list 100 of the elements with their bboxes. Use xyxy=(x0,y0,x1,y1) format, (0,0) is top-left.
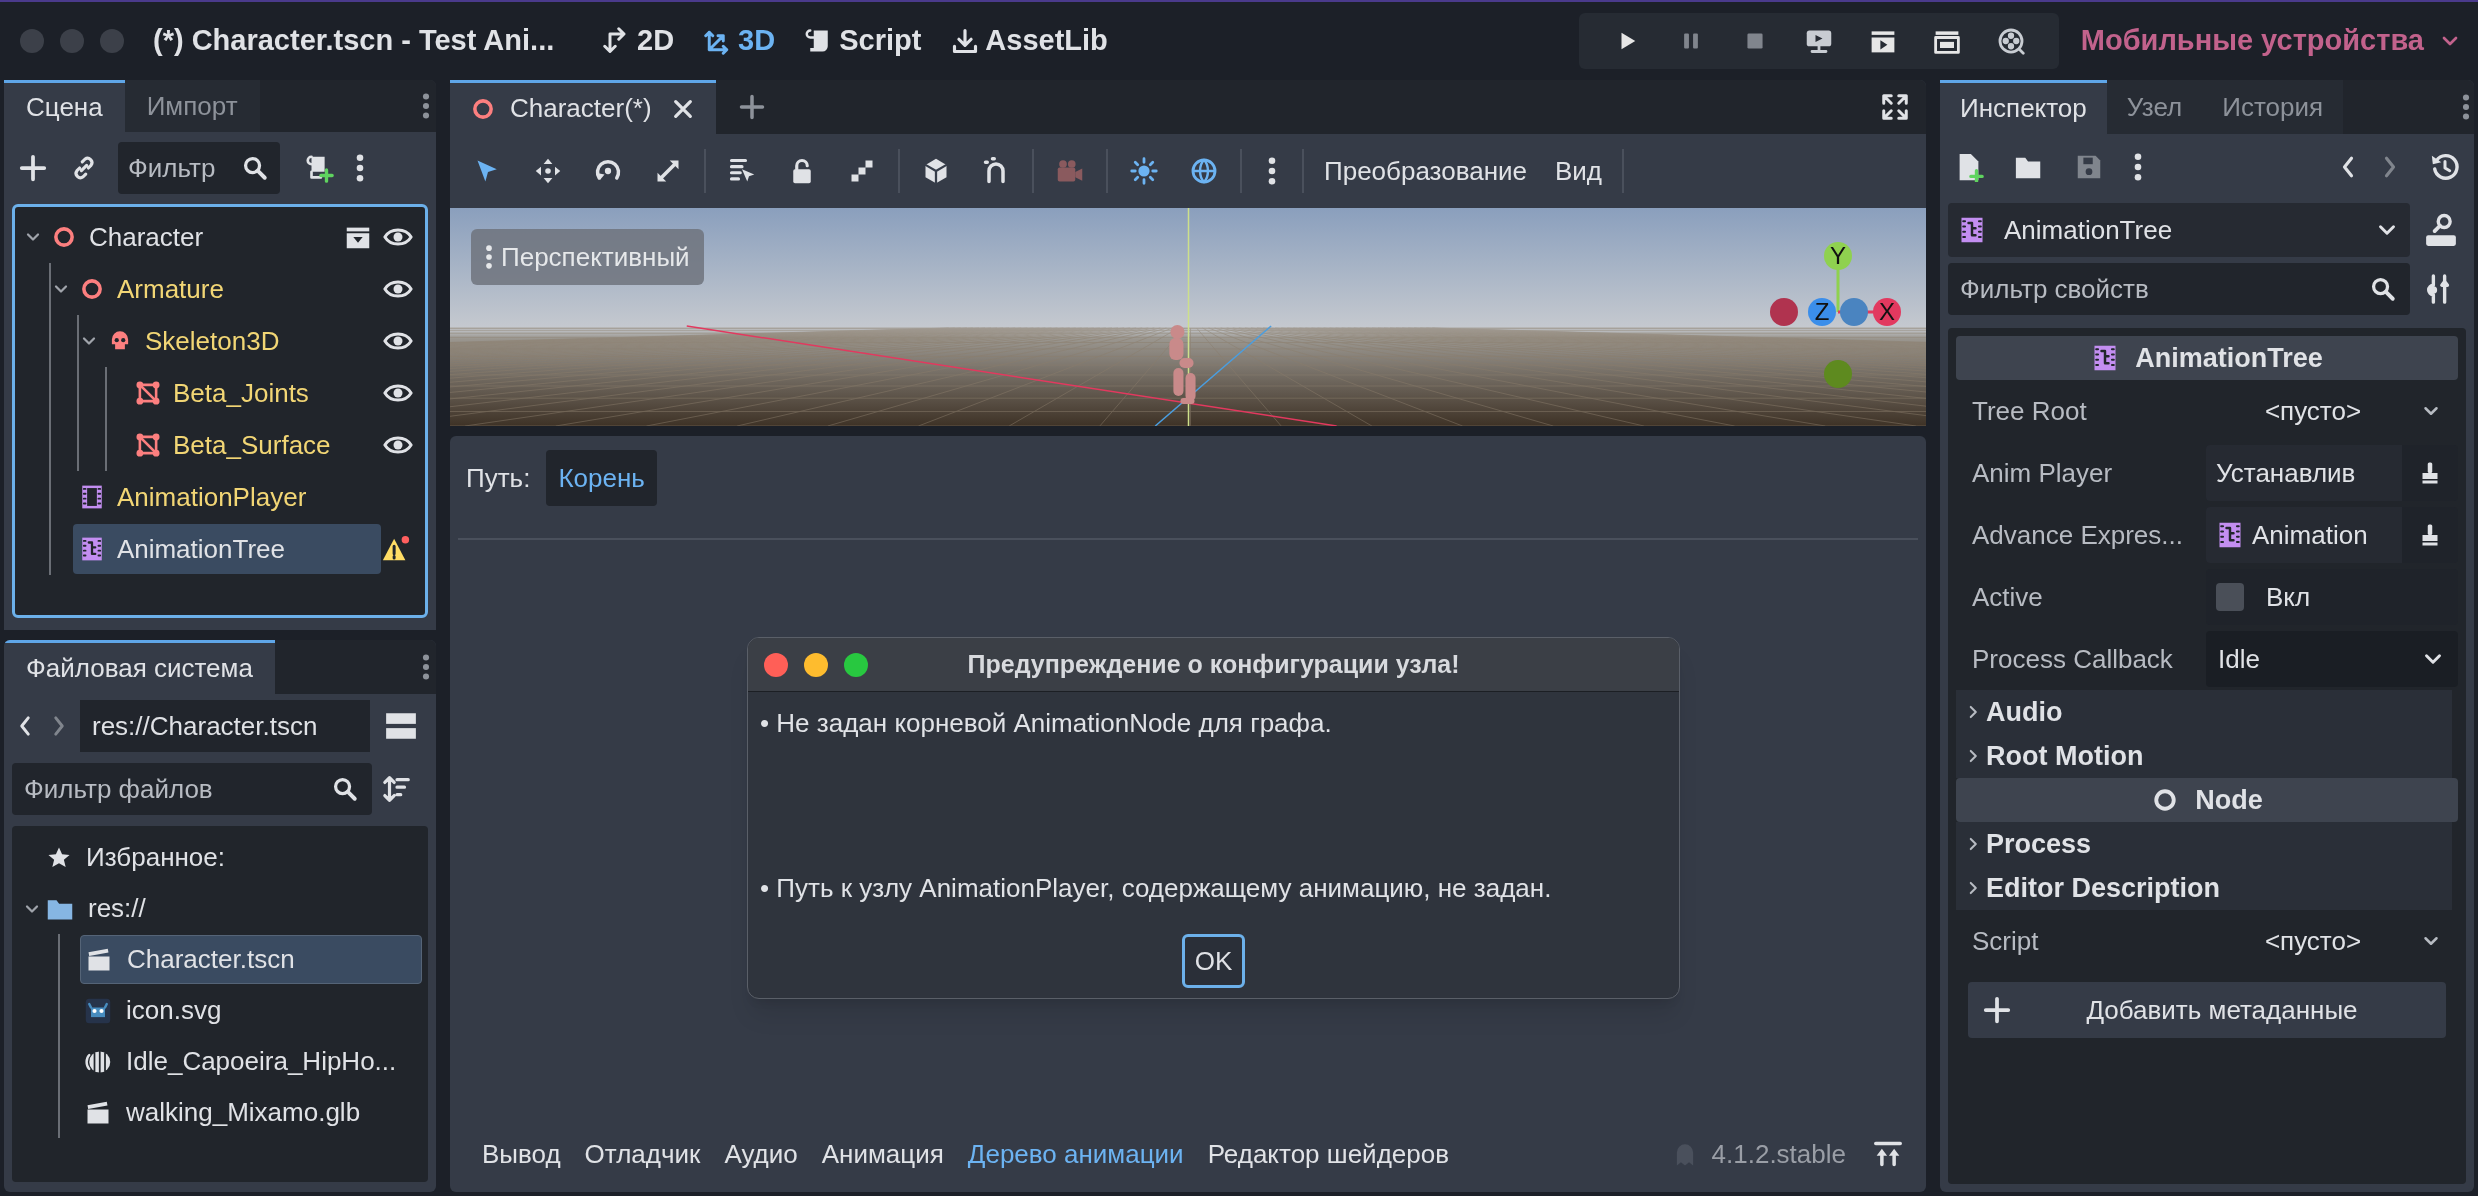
sort-icon xyxy=(382,774,412,804)
menu-icon xyxy=(485,245,493,269)
resource-picker[interactable]: <пусто> xyxy=(2206,383,2458,439)
node-path-field[interactable]: Animation xyxy=(2206,507,2402,563)
category-title: Node xyxy=(2195,783,2263,817)
node-path-field[interactable]: Устанавлив xyxy=(2206,445,2402,501)
checkbox-label: Вкл xyxy=(2266,580,2311,614)
bottom-panel-tab[interactable]: Дерево анимации xyxy=(955,1134,1196,1174)
scene-tree-item[interactable]: AnimationPlayer xyxy=(73,472,317,522)
property-group[interactable]: Root Motion xyxy=(1956,734,2452,778)
download-icon xyxy=(951,27,980,55)
attach-script-button[interactable] xyxy=(304,153,334,183)
viewport-menu[interactable]: Преобразование xyxy=(1312,143,1539,199)
scene-tree-item[interactable]: Beta_Surface xyxy=(129,420,341,470)
filter-field[interactable]: Фильтр xyxy=(118,142,280,194)
inspector-tab[interactable]: Инспектор xyxy=(1940,80,2107,134)
property-group[interactable]: Editor Description xyxy=(1956,866,2452,910)
bottom-panel-tab[interactable]: Вывод xyxy=(470,1134,573,1174)
file-item[interactable]: walking_Mixamo.glb xyxy=(80,1088,422,1137)
menu-icon[interactable] xyxy=(2462,94,2470,120)
dialog-minimize-button[interactable] xyxy=(804,652,828,677)
inspector-tab[interactable]: История xyxy=(2202,80,2344,134)
bottom-panel-tab[interactable]: Редактор шейдеров xyxy=(1195,1134,1461,1174)
scene-tree-item[interactable]: Character xyxy=(45,212,214,262)
dock-tab[interactable]: Импорт xyxy=(124,80,260,132)
dialog-close-button[interactable] xyxy=(764,652,788,677)
fullscreen-icon xyxy=(1880,92,1910,122)
object-selector[interactable]: AnimationTree xyxy=(1948,203,2410,257)
plus-icon xyxy=(737,93,766,121)
warning-message: • Путь к узлу AnimationPlayer, содержащему анимацию, не задан. xyxy=(760,872,1553,905)
viewport-menu[interactable]: Вид xyxy=(1543,143,1615,199)
property-label: Script xyxy=(1971,924,2040,958)
bottom-panel-tab[interactable]: Анимация xyxy=(809,1134,956,1174)
history-button[interactable] xyxy=(2430,152,2460,182)
dialog-zoom-button[interactable] xyxy=(844,652,868,677)
new-scene-tab-button[interactable] xyxy=(737,93,766,121)
path-label: Путь: xyxy=(466,461,531,495)
more-button[interactable] xyxy=(2134,153,2142,181)
axis-gizmo[interactable]: Y Z X xyxy=(1770,232,1905,392)
script-add-icon xyxy=(304,153,334,183)
documentation-button[interactable] xyxy=(2424,213,2458,247)
pin-bottom-panel-button[interactable] xyxy=(1874,1140,1902,1168)
menu-icon[interactable] xyxy=(422,654,430,680)
mesh-icon xyxy=(135,432,161,458)
file-item[interactable]: res:// xyxy=(42,884,422,933)
sort-button[interactable] xyxy=(382,774,412,804)
category-title: AnimationTree xyxy=(2135,341,2323,375)
plus-icon xyxy=(18,153,48,183)
doc-icon xyxy=(2424,213,2458,247)
property-label: Active xyxy=(1971,580,2044,614)
scene-tree-item[interactable]: Skeleton3D xyxy=(101,316,290,366)
file-filter-field[interactable]: Фильтр файлов xyxy=(12,763,372,815)
ring-icon xyxy=(51,224,77,250)
property-group[interactable]: Process xyxy=(1956,822,2452,866)
file-item[interactable]: Character.tscn xyxy=(80,935,422,984)
add-metadata-button[interactable]: Добавить метаданные xyxy=(1968,982,2446,1038)
expand-up-icon xyxy=(1874,1140,1902,1168)
file-item[interactable]: Idle_Capoeira_HipHo... xyxy=(80,1037,422,1086)
history-icon xyxy=(2430,152,2460,182)
property-label: Process Callback xyxy=(1971,642,2174,676)
property-label: Tree Root xyxy=(1971,394,2088,428)
property-label: Anim Player xyxy=(1971,456,2114,490)
main-screen-tab[interactable]: AssetLib xyxy=(941,16,1118,66)
favorites-label: Избранное: xyxy=(86,841,225,874)
bottom-panel-tab[interactable]: Аудио xyxy=(712,1134,810,1174)
scene-tab[interactable]: Character(*) xyxy=(450,80,716,134)
resource-picker[interactable]: <пусто> xyxy=(2206,913,2458,969)
property-label: Advance Expres... xyxy=(1971,518,2184,552)
distraction-free-button[interactable] xyxy=(1880,92,1910,122)
enum-dropdown[interactable]: Idle xyxy=(2206,631,2458,687)
property-filter-field[interactable]: Фильтр свойств xyxy=(1948,263,2410,315)
path-field[interactable]: res://Character.tscn xyxy=(80,700,370,752)
property-group[interactable]: Audio xyxy=(1956,690,2452,734)
menu-icon[interactable] xyxy=(422,93,430,119)
window-title: (*) Character.tscn - Test Ani... xyxy=(153,23,556,59)
film-reel-icon xyxy=(1996,27,2025,55)
add-node-button[interactable] xyxy=(18,153,48,183)
file-item[interactable]: icon.svg xyxy=(80,986,422,1035)
mesh-icon xyxy=(135,380,161,406)
warning-message: • Не задан корневой AnimationNode для графа. xyxy=(760,707,1333,740)
scene-tree-item[interactable]: AnimationTree xyxy=(72,524,381,574)
menu-icon xyxy=(2134,153,2142,181)
dialog-title: Предупреждение о конфигурации узла! xyxy=(967,648,1460,680)
ring-icon xyxy=(79,276,105,302)
scene-tree-item[interactable]: Armature xyxy=(73,264,234,314)
checkbox[interactable] xyxy=(2216,583,2244,611)
renderer-dropdown[interactable]: Мобильные устройства xyxy=(2080,19,2462,63)
dock-tab[interactable]: Файловая система xyxy=(4,640,275,694)
ok-button[interactable]: OK xyxy=(1181,934,1246,988)
main-screen-tab[interactable]: 3D xyxy=(694,16,786,66)
dock-tab[interactable]: Сцена xyxy=(4,80,125,132)
main-screen-tab[interactable]: 2D xyxy=(593,16,685,66)
bottom-panel-tab[interactable]: Отладчик xyxy=(572,1134,713,1174)
path-root-button[interactable]: Корень xyxy=(546,450,657,506)
main-screen-tab[interactable]: Script xyxy=(795,16,932,66)
menu-icon xyxy=(356,154,364,182)
scene-tree-item[interactable]: Beta_Joints xyxy=(129,368,319,418)
film-strip-icon xyxy=(79,484,105,510)
more-button[interactable] xyxy=(356,154,364,182)
inspector-tab[interactable]: Узел xyxy=(2106,80,2203,134)
